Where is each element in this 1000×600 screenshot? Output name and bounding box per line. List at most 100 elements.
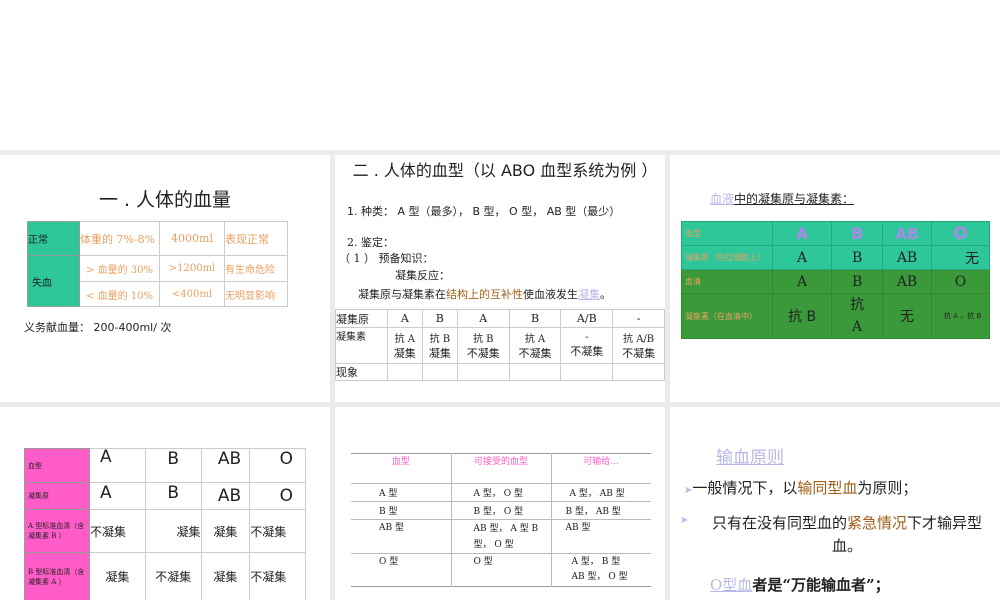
link-agglutination[interactable]: 凝集 <box>578 288 600 301</box>
cell: 不凝集 <box>249 509 306 553</box>
prereq-line: （ 1 ） 预备知识： <box>339 252 434 265</box>
text: 凝集原与凝集素在 <box>358 288 446 301</box>
result: 不凝集 <box>570 345 604 358</box>
types-line: 1. 种类： A 型（最多）， B 型， O 型， AB 型（最少） <box>347 205 621 218</box>
cell: B 型， O 型 <box>451 501 552 520</box>
cell: A <box>89 482 146 510</box>
antibody: 抗 A <box>394 334 415 345</box>
cell: AB 型， A 型 B 型， O 型 <box>451 519 552 554</box>
text: 。 <box>600 288 611 301</box>
cell: A <box>771 269 833 294</box>
antibody: 抗 A <box>524 334 546 345</box>
cell: A <box>771 245 833 270</box>
text: 为原则； <box>857 479 918 497</box>
cell: AB <box>200 482 251 510</box>
cell: O <box>249 448 306 483</box>
slide-thumbnail-6[interactable]: 输血原则 ➤一般情况下，以输同型血为原则； ➤ 只有在没有同型血的紧急情况下才输… <box>670 407 1000 600</box>
cell <box>560 363 614 381</box>
title-text: 中的凝集原与凝集素： <box>734 192 855 206</box>
slide-title: 二 . 人体的血型（以 ABO 血型系统为例 ） <box>352 161 658 180</box>
slide-thumbnail-4[interactable]: 血型 A B AB O 凝集原 A B AB O A 型标准血清（含凝集素 B ）不凝集 凝集 凝集… <box>0 407 330 600</box>
transfusion-table: 血型 可接受的血型 可输给… A 型A 型， O 型A 型， AB 型 B 型B 型… <box>351 453 651 587</box>
header-cell: 血型 <box>351 453 452 484</box>
cell: 现象 <box>335 363 388 381</box>
cell: 凝集 <box>144 509 202 553</box>
universal-donor-line: O型血者是“万能输血者”； <box>710 574 890 595</box>
cell: A 型 <box>351 483 452 502</box>
cell: 凝集 <box>89 552 146 600</box>
cell: 凝集原 <box>335 309 388 328</box>
cell: 凝集素 <box>335 327 388 364</box>
agglutination-heading: 凝集反应： <box>395 269 450 282</box>
result: 凝集 <box>393 347 416 360</box>
cell: A <box>771 221 833 246</box>
bullet-2: 只有在没有同型血的紧急情况下才输异型血。 <box>702 512 992 558</box>
cell: 血型 <box>24 448 90 483</box>
antibody: 抗 A/B <box>623 334 655 345</box>
cell: < 血量的 10% <box>79 281 160 307</box>
slide-title-link[interactable]: 输血原则 <box>716 443 784 468</box>
cell: 抗 A 凝集 <box>386 327 423 364</box>
link-blood[interactable]: 血液 <box>710 192 734 206</box>
cell: 血型 <box>681 221 773 246</box>
slide-thumbnail-5[interactable]: 血型 可接受的血型 可输给… A 型A 型， O 型A 型， AB 型 B 型B 型… <box>335 407 665 600</box>
slide-thumbnail-3[interactable]: 血液中的凝集原与凝集素： 血型 A B AB O 凝集原（在红细胞上） A B AB 无 血清 A… <box>670 155 1000 402</box>
cell: 凝集 <box>200 509 251 553</box>
cell <box>612 363 665 381</box>
cell: A 型， B 型 AB 型， O 型 <box>571 557 628 582</box>
cell: 血清 <box>681 269 773 294</box>
slide-title: 一 . 人体的血量 <box>98 189 232 211</box>
highlight: 输同型血 <box>797 479 858 497</box>
arrow-bullet-icon: ➤ <box>680 515 689 526</box>
slide-thumbnail-2[interactable]: 二 . 人体的血型（以 ABO 血型系统为例 ） 1. 种类： A 型（最多），… <box>335 155 665 402</box>
cell: 抗 A <box>831 293 884 339</box>
cell <box>508 363 562 381</box>
cell: O 型 <box>451 553 552 587</box>
cell: B <box>831 221 884 246</box>
cell: 抗 A 、抗 B <box>931 293 990 339</box>
cell: A/B <box>560 309 614 328</box>
cell: 体重的 7%-8% <box>79 221 160 256</box>
cell: B <box>508 309 562 328</box>
agglutination-table: 凝集原 A B A B A/B - 凝集素 抗 A 凝集 抗 B 凝集 抗 B 不凝集 抗 A 不凝… <box>335 309 665 381</box>
cell: AB <box>882 221 932 246</box>
cell: B 型标准血清（含凝集素 A ） <box>24 552 90 600</box>
cell: B <box>831 245 884 270</box>
bullet-1: ➤一般情况下，以输同型血为原则； <box>684 477 917 498</box>
cell: O <box>249 482 306 510</box>
cell: 凝集 <box>200 552 251 600</box>
cell <box>456 363 510 381</box>
result: 不凝集 <box>518 347 552 360</box>
text: 只有在没有同型血的 <box>711 514 847 532</box>
text: 一般情况下，以 <box>692 479 798 497</box>
cell: - <box>612 309 665 328</box>
cell: 正常 <box>27 221 80 256</box>
identify-line: 2. 鉴定： <box>347 236 394 249</box>
text: 使血液发生 <box>523 288 578 301</box>
slide-thumbnail-1[interactable]: 一 . 人体的血量 正常 体重的 7%-8% 4000ml 表现正常 失血 > 血量的 … <box>0 155 330 402</box>
antibody: 抗 B <box>472 334 494 345</box>
cell: B <box>421 309 458 328</box>
cell: AB <box>882 269 932 294</box>
cell: A <box>89 448 146 483</box>
cell: 失血 <box>27 255 80 307</box>
antibody: - <box>585 332 589 343</box>
blood-typing-table: 血型 A B AB O 凝集原 A B AB O A 型标准血清（含凝集素 B ）不凝集 凝集 凝集… <box>24 448 306 600</box>
cell: B <box>144 482 202 510</box>
cell: 4000ml <box>159 221 225 256</box>
cell: 不凝集 <box>249 552 306 600</box>
result: 凝集 <box>428 347 451 360</box>
cell: 凝集原（在红细胞上） <box>681 245 773 270</box>
cell: B <box>144 448 202 483</box>
cell: 抗 A 不凝集 <box>508 327 562 364</box>
cell <box>386 363 423 381</box>
cell: 抗 B 不凝集 <box>456 327 510 364</box>
cell: O <box>931 221 990 246</box>
cell: O 型 <box>351 553 452 587</box>
cell: 无 <box>882 293 932 339</box>
link-o-type-blood[interactable]: O型血 <box>710 576 752 594</box>
blood-volume-table: 正常 体重的 7%-8% 4000ml 表现正常 失血 > 血量的 30% >1200ml… <box>27 221 288 307</box>
cell: 不凝集 <box>89 509 146 553</box>
cell: B 型， AB 型 <box>565 507 621 517</box>
cell: 凝集素（在血清中） <box>681 293 773 339</box>
